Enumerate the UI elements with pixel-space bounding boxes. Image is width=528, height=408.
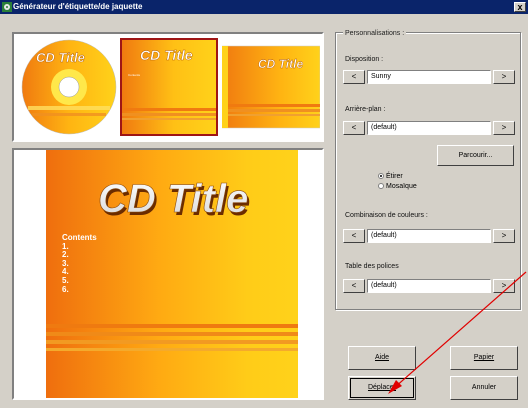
thumbnail-strip: CD Title CD Title Contents CD Title — [12, 32, 324, 142]
color-scheme-row: < (default) > — [343, 229, 515, 243]
color-scheme-label: Combinaison de couleurs : — [345, 212, 428, 219]
layout-prev-button[interactable]: < — [343, 70, 365, 84]
customization-group-label: Personnalisations : — [343, 30, 407, 37]
tile-radio[interactable] — [378, 183, 384, 190]
stretch-option-label: Étirer — [386, 173, 403, 180]
thumbnail-disc[interactable]: CD Title — [20, 38, 118, 136]
color-scheme-field[interactable]: (default) — [367, 229, 491, 243]
thumbnail-back-cover[interactable]: CD Title — [222, 38, 320, 136]
layout-row: < Sunny > — [343, 70, 515, 84]
layout-field[interactable]: Sunny — [367, 70, 491, 84]
app-icon — [2, 2, 12, 12]
tile-option[interactable]: Mosaïque — [378, 183, 417, 191]
thumbnail-front-cover[interactable]: CD Title Contents — [120, 38, 218, 136]
stretch-option[interactable]: Étirer — [378, 173, 403, 181]
window-title: Générateur d'étiquette/de jaquette — [13, 2, 143, 11]
color-next-button[interactable]: > — [493, 229, 515, 243]
preview-title: CD Title — [98, 177, 248, 221]
stretch-radio[interactable] — [378, 173, 384, 180]
background-field[interactable]: (default) — [367, 121, 491, 135]
annotation-arrow — [388, 271, 527, 394]
title-bar: Générateur d'étiquette/de jaquette x — [0, 0, 528, 14]
thumbnail-disc-title: CD Title — [36, 50, 85, 65]
background-label: Arrière-plan : — [345, 106, 386, 113]
thumbnail-back-title: CD Title — [258, 57, 303, 71]
background-prev-button[interactable]: < — [343, 121, 365, 135]
color-prev-button[interactable]: < — [343, 229, 365, 243]
background-row: < (default) > — [343, 121, 515, 135]
font-prev-button[interactable]: < — [343, 279, 365, 293]
font-table-label: Table des polices — [345, 263, 399, 270]
close-icon: x — [517, 2, 523, 12]
svg-text:Contents: Contents — [128, 73, 141, 77]
cover-preview: CD Title CD Title Contents 1. 2. 3. 4. 5… — [12, 148, 324, 400]
background-next-button[interactable]: > — [493, 121, 515, 135]
layout-label: Disposition : — [345, 56, 384, 63]
tile-option-label: Mosaïque — [386, 183, 417, 190]
preview-contents: Contents 1. 2. 3. 4. 5. 6. — [62, 233, 97, 294]
thumbnail-front-title: CD Title — [140, 47, 193, 63]
layout-next-button[interactable]: > — [493, 70, 515, 84]
browse-button[interactable]: Parcourir... — [437, 145, 514, 166]
close-button[interactable]: x — [514, 2, 526, 12]
contents-item: 6. — [62, 284, 69, 294]
